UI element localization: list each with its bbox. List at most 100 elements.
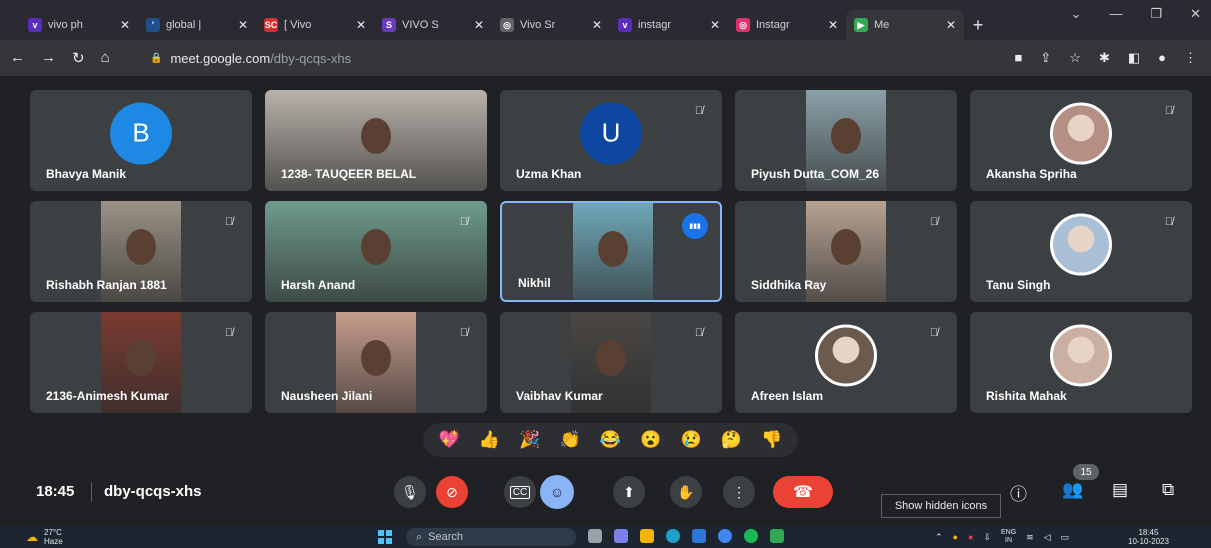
- participant-tile[interactable]: Afreen Islam 🎙̸: [735, 312, 957, 413]
- people-icon[interactable]: 👥: [1062, 480, 1083, 500]
- restore-button[interactable]: ❐: [1150, 6, 1162, 22]
- participant-tile[interactable]: Tanu Singh 🎙̸: [970, 201, 1192, 302]
- task-view-icon[interactable]: [588, 529, 602, 543]
- phone-hangup-icon: ☎: [793, 484, 813, 501]
- tab-close-icon[interactable]: ✕: [828, 18, 838, 32]
- url-host: meet.google.com: [170, 50, 271, 66]
- reaction-emoji[interactable]: 👍: [479, 430, 500, 450]
- browser-tab[interactable]: ◎ Instagr ✕: [728, 10, 846, 40]
- reaction-emoji[interactable]: 🤔: [721, 430, 742, 450]
- participant-tile[interactable]: Nikhil ▮▮▮: [500, 201, 722, 302]
- participant-name: Rishabh Ranjan 1881: [46, 278, 167, 292]
- microphone-button[interactable]: 🎙: [394, 476, 426, 508]
- url-field[interactable]: 🔒 meet.google.com/dby-qcqs-xhs: [150, 51, 351, 66]
- raise-hand-button[interactable]: ✋: [670, 476, 702, 508]
- participant-tile[interactable]: 1238- TAUQEER BELAL: [265, 90, 487, 191]
- windows-start-icon[interactable]: [378, 530, 392, 544]
- tab-close-icon[interactable]: ✕: [356, 18, 366, 32]
- spotify-icon[interactable]: [744, 529, 758, 543]
- system-tray: ⌃ ● ● ⇩ ENG IN ≋ ◁ ▭: [935, 529, 1069, 545]
- tab-close-icon[interactable]: ✕: [474, 18, 484, 32]
- minimize-button[interactable]: —: [1109, 6, 1122, 22]
- share-icon[interactable]: ⇪: [1040, 50, 1051, 66]
- tab-close-icon[interactable]: ✕: [238, 18, 248, 32]
- back-icon[interactable]: ←: [10, 49, 25, 67]
- language-code: ENG: [1000, 529, 1017, 536]
- meeting-info-icon[interactable]: ⓘ: [1010, 480, 1027, 505]
- home-icon[interactable]: ⌂: [101, 49, 110, 67]
- reactions-button[interactable]: ☺: [540, 475, 574, 509]
- taskbar-search[interactable]: ⌕ Search: [406, 528, 576, 546]
- tab-search-icon[interactable]: ⌄: [1071, 6, 1082, 22]
- new-tab-button[interactable]: +: [964, 10, 992, 40]
- wifi-icon[interactable]: ≋: [1026, 532, 1034, 543]
- camera-icon[interactable]: ■: [1015, 50, 1023, 66]
- participant-tile[interactable]: Piyush Dutta_COM_26: [735, 90, 957, 191]
- menu-icon[interactable]: ⋮: [1184, 50, 1197, 66]
- language-indicator[interactable]: ENG IN: [1001, 529, 1016, 545]
- bookmark-star-icon[interactable]: ☆: [1069, 50, 1081, 66]
- more-options-button[interactable]: ⋮: [723, 476, 755, 508]
- participant-tile[interactable]: 2136-Animesh Kumar 🎙̸: [30, 312, 252, 413]
- participant-tile[interactable]: Nausheen Jilani 🎙̸: [265, 312, 487, 413]
- reaction-emoji[interactable]: 😮: [640, 430, 661, 450]
- battery-icon[interactable]: ▭: [1061, 532, 1070, 543]
- participant-tile[interactable]: Rishita Mahak: [970, 312, 1192, 413]
- captions-button[interactable]: CC: [504, 476, 536, 508]
- participant-tile[interactable]: Siddhika Ray 🎙̸: [735, 201, 957, 302]
- meeting-controls-bar: 18:45 dby-qcqs-xhs 🎙 ⊘ CC ☺ ⬆ ✋ ⋮ ☎ ⓘ 👥 …: [0, 466, 1211, 518]
- browser-tab[interactable]: ◎ Vivo Sr ✕: [492, 10, 610, 40]
- tab-close-icon[interactable]: ✕: [592, 18, 602, 32]
- activities-icon[interactable]: ⧉: [1162, 480, 1174, 500]
- participant-tile[interactable]: Harsh Anand 🎙̸: [265, 201, 487, 302]
- participant-tile[interactable]: U Uzma Khan 🎙̸: [500, 90, 722, 191]
- volume-icon[interactable]: ◁: [1044, 532, 1051, 543]
- file-explorer-icon[interactable]: [640, 529, 654, 543]
- reaction-emoji[interactable]: 👎: [761, 430, 782, 450]
- chat-icon[interactable]: ▤: [1112, 480, 1128, 500]
- reaction-emoji[interactable]: 💖: [439, 430, 460, 450]
- tray-app-icon[interactable]: ●: [953, 532, 958, 542]
- browser-tab[interactable]: SC [ Vivo ✕: [256, 10, 374, 40]
- weather-widget[interactable]: ☁ 27°C Haze: [26, 528, 63, 546]
- chrome-icon[interactable]: [718, 529, 732, 543]
- present-button[interactable]: ⬆: [613, 476, 645, 508]
- sidebar-icon[interactable]: ◧: [1128, 50, 1140, 66]
- app-icon[interactable]: [770, 529, 784, 543]
- usb-icon[interactable]: ⇩: [983, 532, 991, 543]
- reaction-emoji[interactable]: 🎉: [519, 430, 540, 450]
- forward-icon[interactable]: →: [41, 49, 56, 67]
- tray-app-icon[interactable]: ●: [968, 532, 973, 542]
- reaction-emoji[interactable]: 😂: [600, 430, 621, 450]
- chevron-up-icon[interactable]: ⌃: [935, 532, 943, 543]
- edge-icon[interactable]: [666, 529, 680, 543]
- tab-close-icon[interactable]: ✕: [120, 18, 130, 32]
- reaction-emoji[interactable]: 👏: [560, 430, 581, 450]
- store-icon[interactable]: [692, 529, 706, 543]
- tab-close-icon[interactable]: ✕: [710, 18, 720, 32]
- person-figure: [598, 231, 628, 268]
- person-figure: [361, 229, 391, 266]
- participant-tile[interactable]: Akansha Spriha 🎙̸: [970, 90, 1192, 191]
- leave-call-button[interactable]: ☎: [773, 476, 833, 508]
- profile-avatar[interactable]: ●: [1158, 50, 1166, 66]
- browser-tab[interactable]: v vivo ph ✕: [20, 10, 138, 40]
- participant-video: [573, 203, 653, 300]
- participant-tile[interactable]: Rishabh Ranjan 1881 🎙̸: [30, 201, 252, 302]
- browser-tab[interactable]: S VIVO S ✕: [374, 10, 492, 40]
- browser-tab[interactable]: ▶ Me ✕: [846, 10, 964, 40]
- extensions-icon[interactable]: ✱: [1099, 50, 1110, 66]
- browser-tab[interactable]: ' global | ✕: [138, 10, 256, 40]
- reaction-emoji[interactable]: 😢: [681, 430, 702, 450]
- system-clock[interactable]: 18:45 10-10-2023: [1128, 528, 1169, 546]
- participant-tile[interactable]: B Bhavya Manik: [30, 90, 252, 191]
- participant-tile[interactable]: Vaibhav Kumar 🎙̸: [500, 312, 722, 413]
- close-window-button[interactable]: ✕: [1190, 6, 1201, 22]
- camera-off-button[interactable]: ⊘: [436, 476, 468, 508]
- reload-icon[interactable]: ↻: [72, 49, 85, 67]
- participant-photo: [1050, 324, 1112, 387]
- person-figure: [361, 118, 391, 155]
- chat-app-icon[interactable]: [614, 529, 628, 543]
- tab-close-icon[interactable]: ✕: [946, 18, 956, 32]
- browser-tab[interactable]: v instagr ✕: [610, 10, 728, 40]
